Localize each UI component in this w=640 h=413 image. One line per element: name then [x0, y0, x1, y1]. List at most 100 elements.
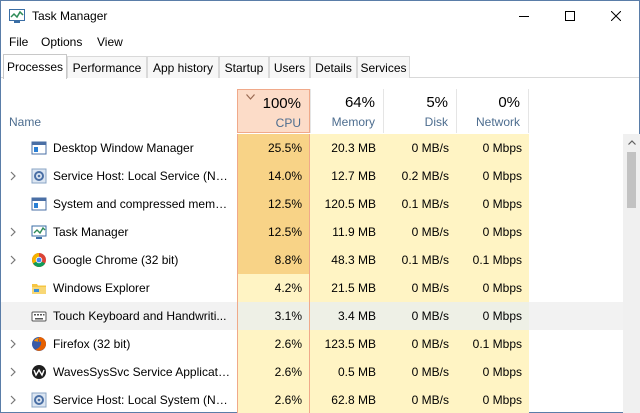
- tab-startup[interactable]: Startup: [219, 56, 269, 78]
- memory-column-label: Memory: [331, 115, 375, 129]
- chevron-up-icon: [627, 140, 636, 145]
- process-name: Desktop Window Manager: [53, 141, 194, 155]
- process-cpu-value: 12.5%: [237, 190, 310, 218]
- process-row[interactable]: Firefox (32 bit) 2.6% 123.5 MB 0 MB/s 0.1 Mb…: [1, 330, 623, 358]
- process-memory-value: 11.9 MB: [310, 218, 383, 246]
- process-disk-value: 0.1 MB/s: [383, 190, 456, 218]
- network-total-percent: 0%: [498, 94, 520, 111]
- process-name: Windows Explorer: [53, 281, 150, 295]
- scroll-thumb[interactable]: [627, 152, 636, 208]
- process-cpu-value: 8.8%: [237, 246, 310, 274]
- process-row[interactable]: WavesSysSvc Service Application 2.6% 0.5 M…: [1, 358, 623, 386]
- process-memory-value: 123.5 MB: [310, 330, 383, 358]
- process-row[interactable]: Task Manager 12.5% 11.9 MB 0 MB/s 0 Mbps: [1, 218, 623, 246]
- disk-column-label: Disk: [424, 115, 448, 129]
- process-cpu-value: 2.6%: [237, 358, 310, 386]
- column-cpu-header[interactable]: 100% CPU: [237, 89, 310, 133]
- column-network-header[interactable]: 0% Network: [456, 89, 529, 133]
- title-bar[interactable]: Task Manager: [1, 1, 639, 31]
- chrome-icon: [32, 253, 46, 267]
- process-memory-value: 20.3 MB: [310, 134, 383, 162]
- tab-app-history[interactable]: App history: [147, 56, 219, 78]
- process-cpu-value: 2.6%: [237, 330, 310, 358]
- process-row[interactable]: Service Host: Local System (Net... 2.6% 62…: [1, 386, 623, 413]
- tab-users[interactable]: Users: [269, 56, 310, 78]
- process-network-value: 0 Mbps: [456, 190, 529, 218]
- process-cpu-value: 12.5%: [237, 218, 310, 246]
- keyboard-icon: [31, 311, 47, 322]
- process-name: Service Host: Local System (Net...: [53, 393, 231, 407]
- column-disk-header[interactable]: 5% Disk: [383, 89, 456, 133]
- menu-bar: File Options View: [1, 32, 639, 52]
- close-button[interactable]: [593, 1, 639, 31]
- process-name: System and compressed memory: [53, 197, 231, 211]
- process-cpu-value: 3.1%: [237, 302, 310, 330]
- process-disk-value: 0 MB/s: [383, 330, 456, 358]
- process-name: WavesSysSvc Service Application: [53, 365, 231, 379]
- process-cpu-value: 25.5%: [237, 134, 310, 162]
- task-manager-icon: [31, 225, 47, 239]
- vertical-scrollbar[interactable]: [623, 134, 640, 413]
- process-network-value: 0 Mbps: [456, 134, 529, 162]
- process-network-value: 0 Mbps: [456, 218, 529, 246]
- chevron-right-icon[interactable]: [9, 395, 17, 405]
- column-header: Name 100% CPU 64% Memory 5% Disk 0% Netw…: [1, 89, 639, 133]
- chevron-right-icon[interactable]: [9, 171, 17, 181]
- process-network-value: 0 Mbps: [456, 274, 529, 302]
- process-disk-value: 0 MB/s: [383, 302, 456, 330]
- menu-file[interactable]: File: [9, 35, 28, 49]
- minimize-button[interactable]: [501, 1, 547, 31]
- gear-icon: [31, 168, 47, 184]
- system-icon: [31, 197, 47, 211]
- column-memory-header[interactable]: 64% Memory: [310, 89, 383, 133]
- chevron-right-icon[interactable]: [9, 255, 17, 265]
- process-row[interactable]: Google Chrome (32 bit) 8.8% 48.3 MB 0.1 MB/…: [1, 246, 623, 274]
- maximize-icon: [565, 11, 575, 21]
- process-memory-value: 21.5 MB: [310, 274, 383, 302]
- process-row[interactable]: Service Host: Local Service (No ... 14.0%…: [1, 162, 623, 190]
- sort-descending-icon: [246, 94, 255, 100]
- minimize-icon: [519, 16, 529, 17]
- process-disk-value: 0 MB/s: [383, 358, 456, 386]
- menu-view[interactable]: View: [97, 35, 123, 49]
- waves-icon: [32, 365, 46, 379]
- cpu-total-percent: 100%: [262, 95, 301, 112]
- menu-options[interactable]: Options: [41, 35, 82, 49]
- scroll-up-button[interactable]: [623, 134, 640, 151]
- tab-services[interactable]: Services: [357, 56, 410, 78]
- cpu-column-label: CPU: [275, 116, 301, 130]
- tab-processes[interactable]: Processes: [3, 54, 67, 79]
- process-name: Google Chrome (32 bit): [53, 253, 179, 267]
- tab-details[interactable]: Details: [310, 56, 357, 78]
- task-manager-window: Task Manager File Options View Processes…: [0, 0, 640, 413]
- process-memory-value: 12.7 MB: [310, 162, 383, 190]
- process-row[interactable]: Desktop Window Manager 25.5% 20.3 MB 0 MB/s…: [1, 134, 623, 162]
- window-title: Task Manager: [32, 9, 108, 23]
- process-row[interactable]: Touch Keyboard and Handwriti... 3.1% 3.4 M…: [1, 302, 623, 330]
- memory-total-percent: 64%: [344, 94, 375, 111]
- dwm-icon: [31, 141, 47, 155]
- chevron-right-icon[interactable]: [9, 367, 17, 377]
- tab-performance[interactable]: Performance: [67, 56, 147, 78]
- process-memory-value: 0.5 MB: [310, 358, 383, 386]
- process-name: Service Host: Local Service (No ...: [53, 169, 231, 183]
- process-network-value: 0 Mbps: [456, 302, 529, 330]
- chevron-right-icon[interactable]: [9, 227, 17, 237]
- column-name-header[interactable]: Name: [9, 115, 41, 129]
- process-disk-value: 0 MB/s: [383, 218, 456, 246]
- process-network-value: 0.1 Mbps: [456, 330, 529, 358]
- process-disk-value: 0.1 MB/s: [383, 246, 456, 274]
- process-cpu-value: 14.0%: [237, 162, 310, 190]
- process-memory-value: 3.4 MB: [310, 302, 383, 330]
- process-disk-value: 0.2 MB/s: [383, 162, 456, 190]
- process-row[interactable]: Windows Explorer 4.2% 21.5 MB 0 MB/s 0 Mbps: [1, 274, 623, 302]
- chevron-right-icon[interactable]: [9, 339, 17, 349]
- process-network-value: 0 Mbps: [456, 162, 529, 190]
- maximize-button[interactable]: [547, 1, 593, 31]
- process-name: Task Manager: [53, 225, 129, 239]
- network-column-label: Network: [475, 115, 520, 129]
- disk-total-percent: 5%: [426, 94, 448, 111]
- task-manager-icon: [9, 9, 25, 23]
- folder-icon: [32, 284, 46, 294]
- process-row[interactable]: System and compressed memory 12.5% 120.5 M…: [1, 190, 623, 218]
